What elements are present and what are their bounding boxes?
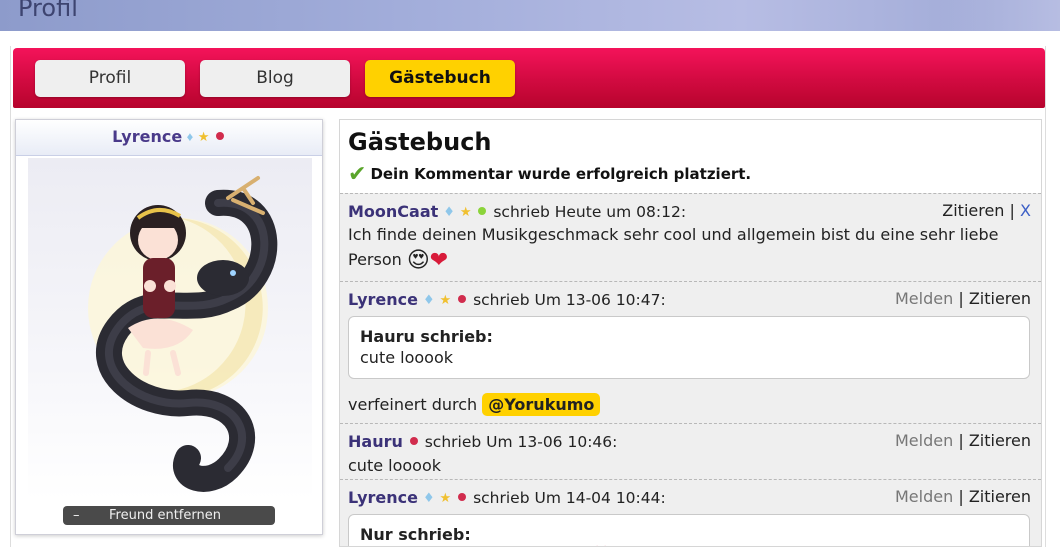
star-badge-icon: ★ xyxy=(439,491,452,506)
entry-text: Ich finde deinen Musikgeschmack sehr coo… xyxy=(348,222,1038,273)
entry-actions: Melden | Zitieren xyxy=(895,431,1031,450)
top-banner: Profil xyxy=(0,0,1060,31)
entry-username[interactable]: Lyrence xyxy=(348,290,418,309)
quote-box: Hauru schrieb: cute looook xyxy=(348,316,1030,379)
entry-meta: schrieb Heute um 08:12: xyxy=(493,203,687,221)
quote-button[interactable]: Zitieren xyxy=(969,487,1031,506)
avatar-illustration xyxy=(88,176,278,492)
diamond-badge-icon: ♦ xyxy=(422,293,435,308)
status-dot-icon xyxy=(215,132,224,140)
entry-actions: Melden | Zitieren xyxy=(895,487,1031,506)
delete-button[interactable]: X xyxy=(1020,201,1031,220)
profile-header: Lyrence ♦ ★ xyxy=(16,120,322,156)
guestbook-entry: Hauru schrieb Um 13-06 10:46: Melden | Z… xyxy=(340,423,1041,479)
entry-header: Hauru schrieb Um 13-06 10:46: xyxy=(348,432,617,451)
action-separator: | xyxy=(1009,201,1015,220)
report-button[interactable]: Melden xyxy=(895,487,953,506)
report-button[interactable]: Melden xyxy=(895,431,953,450)
remove-friend-label: Freund entfernen xyxy=(109,508,221,523)
action-separator: | xyxy=(958,487,964,506)
status-dot-icon xyxy=(458,295,467,303)
guestbook-entry: MoonCaat ♦ ★ schrieb Heute um 08:12: Zit… xyxy=(340,193,1041,281)
entry-text: cute looook xyxy=(348,456,442,475)
check-icon: ✔ xyxy=(348,162,367,187)
page-title: Profil xyxy=(18,0,78,22)
star-badge-icon: ★ xyxy=(459,205,472,220)
entry-username[interactable]: Hauru xyxy=(348,432,403,451)
refined-prefix: verfeinert durch xyxy=(348,395,478,414)
entry-username[interactable]: MoonCaat xyxy=(348,202,438,221)
entry-actions: Zitieren | X xyxy=(942,201,1031,220)
entry-header: Lyrence ♦ ★ schrieb Um 14-04 10:44: xyxy=(348,488,666,507)
status-dot-icon xyxy=(478,207,487,215)
success-text: Dein Kommentar wurde erfolgreich platzie… xyxy=(370,165,752,183)
diamond-badge-icon: ♦ xyxy=(422,491,435,506)
quote-title: Nur schrieb: xyxy=(360,525,471,544)
guestbook-entry: Lyrence ♦ ★ schrieb Um 14-04 10:44: Meld… xyxy=(340,479,1041,547)
minus-icon: – xyxy=(73,508,80,523)
entry-meta: schrieb Um 13-06 10:46: xyxy=(424,433,618,451)
status-dot-icon xyxy=(409,437,418,445)
entry-header: MoonCaat ♦ ★ schrieb Heute um 08:12: xyxy=(348,202,686,221)
tab-gaestebuch[interactable]: Gästebuch xyxy=(365,60,515,97)
remove-friend-button[interactable]: – Freund entfernen xyxy=(63,506,275,525)
action-separator: | xyxy=(958,289,964,308)
tab-bar: Profil Blog Gästebuch xyxy=(13,48,1045,108)
report-button[interactable]: Melden xyxy=(895,289,953,308)
quote-text: cute looook xyxy=(360,348,454,367)
entry-meta: schrieb Um 13-06 10:47: xyxy=(473,291,666,309)
diamond-badge-icon: ♦ xyxy=(186,129,194,144)
quote-button[interactable]: Zitieren xyxy=(969,289,1031,308)
diamond-badge-icon: ♦ xyxy=(443,205,455,220)
entry-actions: Melden | Zitieren xyxy=(895,289,1031,308)
profile-frame: Profil Blog Gästebuch Lyrence ♦ ★ – Freu… xyxy=(10,46,1046,547)
entry-username[interactable]: Lyrence xyxy=(348,488,418,507)
star-badge-icon: ★ xyxy=(197,129,210,144)
heart-emoji: ❤ xyxy=(592,541,610,547)
heart-eyes-emoji: 😍 xyxy=(406,248,430,273)
mention-tag[interactable]: @Yorukumo xyxy=(482,393,601,416)
profile-card: Lyrence ♦ ★ – Freund entfernen xyxy=(15,119,323,535)
guestbook-entry: Lyrence ♦ ★ schrieb Um 13-06 10:47: Meld… xyxy=(340,281,1041,423)
refined-line: verfeinert durch @Yorukumo xyxy=(348,392,601,417)
status-dot-icon xyxy=(458,493,467,501)
entry-header: Lyrence ♦ ★ schrieb Um 13-06 10:47: xyxy=(348,290,666,309)
tab-profil[interactable]: Profil xyxy=(35,60,185,97)
entry-meta: schrieb Um 14-04 10:44: xyxy=(473,489,666,507)
guestbook-title: Gästebuch xyxy=(348,128,492,156)
heart-emoji: ❤ xyxy=(429,248,449,273)
banner-decoration xyxy=(940,0,1060,31)
avatar[interactable] xyxy=(28,158,312,500)
star-badge-icon: ★ xyxy=(439,293,452,308)
success-message: ✔ Dein Kommentar wurde erfolgreich platzi… xyxy=(348,162,751,187)
action-separator: | xyxy=(958,431,964,450)
profile-name[interactable]: Lyrence xyxy=(112,127,182,146)
quote-title: Hauru schrieb: xyxy=(360,327,493,346)
quote-box: Nur schrieb: ❤ xyxy=(348,514,1030,547)
tab-blog[interactable]: Blog xyxy=(200,60,350,97)
guestbook-panel: Gästebuch ✔ Dein Kommentar wurde erfolgre… xyxy=(339,119,1042,547)
quote-button[interactable]: Zitieren xyxy=(942,201,1004,220)
quote-button[interactable]: Zitieren xyxy=(969,431,1031,450)
